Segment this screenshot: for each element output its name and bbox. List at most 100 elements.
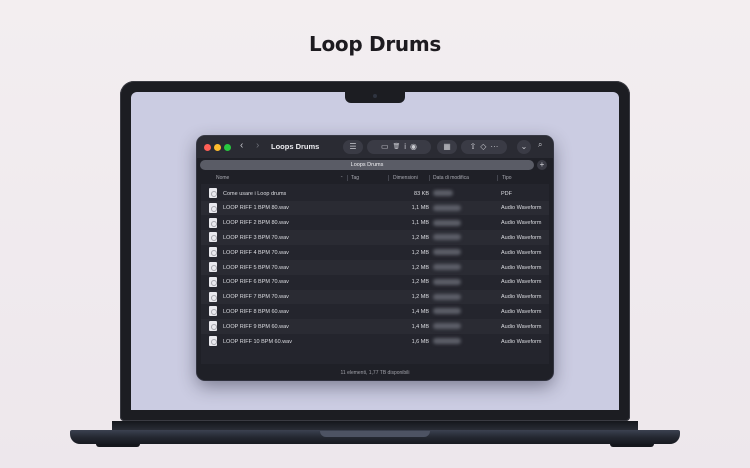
close-button[interactable] (204, 144, 211, 151)
group-button[interactable]: ▦ (437, 140, 457, 154)
file-name: LOOP RIFF 8 BPM 60.wav (223, 308, 289, 315)
column-date[interactable]: Data di modifica (433, 175, 469, 181)
minimize-button[interactable] (214, 144, 221, 151)
pdf-file-icon (209, 188, 217, 198)
file-name: LOOP RIFF 3 BPM 70.wav (223, 234, 289, 241)
window-title: Loops Drums (271, 142, 320, 151)
column-kind[interactable]: Tipo (502, 175, 512, 181)
file-size: 1,4 MB (411, 308, 429, 315)
column-divider (497, 175, 498, 181)
audio-file-icon (209, 262, 217, 272)
file-date-blurred (433, 323, 461, 330)
column-size[interactable]: Dimensioni (393, 175, 418, 181)
file-size: 1,2 MB (411, 264, 429, 271)
file-date-blurred (433, 308, 461, 315)
status-bar: 11 elementi, 1,77 TB disponibili (197, 367, 553, 380)
column-header: Nome ⌃ Tag Dimensioni Data di modifica T… (197, 173, 553, 183)
share-tag-group: ⇧ ◇ ··· (461, 140, 507, 154)
file-date-blurred (433, 204, 461, 211)
file-date-blurred (433, 234, 461, 241)
file-kind: Audio Waveform (501, 279, 542, 286)
audio-file-icon (209, 321, 217, 332)
audio-file-icon (209, 217, 217, 228)
list-view-icon: ☰ (349, 142, 357, 151)
more-icon[interactable]: ··· (490, 140, 498, 154)
forward-button[interactable]: › (256, 140, 259, 151)
preview-icon[interactable]: ◉ (410, 140, 417, 154)
file-size: 1,2 MB (411, 234, 429, 241)
file-size: 1,2 MB (411, 294, 429, 301)
file-kind: Audio Waveform (501, 205, 542, 212)
action-group: ▭ 🗑 i ◉ (367, 140, 431, 154)
column-divider (429, 175, 430, 181)
chevron-down-icon: ⌄ (520, 142, 528, 151)
file-name: LOOP RIFF 4 BPM 70.wav (223, 249, 289, 256)
table-row[interactable]: LOOP RIFF 5 BPM 70.wav 1,2 MB Audio Wavefo… (201, 260, 549, 275)
column-divider (388, 175, 389, 181)
trash-icon[interactable]: 🗑 (393, 140, 401, 154)
audio-file-icon (209, 336, 217, 346)
page-title: Loop Drums (309, 32, 441, 56)
file-name: Come usare i Loop drums (223, 190, 287, 197)
table-row[interactable]: LOOP RIFF 2 BPM 80.wav 1,1 MB Audio Wavefo… (201, 216, 549, 231)
back-button[interactable]: ‹ (240, 140, 243, 151)
file-kind: Audio Waveform (501, 308, 542, 315)
info-icon[interactable]: i (404, 140, 406, 154)
file-size: 83 KB (414, 190, 429, 197)
table-row[interactable]: LOOP RIFF 10 BPM 60.wav 1,6 MB Audio Wavef… (201, 334, 549, 349)
file-size: 1,1 MB (411, 220, 429, 227)
file-size: 1,4 MB (411, 323, 429, 330)
sort-chevron-icon: ⌃ (340, 175, 344, 180)
file-kind: Audio Waveform (501, 338, 542, 345)
file-name: LOOP RIFF 5 BPM 70.wav (223, 264, 289, 271)
file-size: 1,6 MB (411, 338, 429, 345)
tag-icon[interactable]: ◇ (480, 140, 486, 154)
window-titlebar: ‹ › Loops Drums ☰ ▭ 🗑 i ◉ ▦ ⇧ ◇ ··· ⌄ ⌕ (197, 136, 553, 158)
file-kind: Audio Waveform (501, 234, 542, 241)
table-row[interactable]: LOOP RIFF 9 BPM 60.wav 1,4 MB Audio Wavefo… (201, 319, 549, 334)
file-name: LOOP RIFF 1 BPM 80.wav (223, 205, 289, 212)
column-divider (347, 175, 348, 181)
file-date-blurred (433, 249, 461, 256)
file-size: 1,1 MB (411, 205, 429, 212)
grid-icon: ▦ (443, 142, 451, 151)
laptop-hinge (320, 431, 430, 437)
table-row[interactable]: Come usare i Loop drums 83 KB PDF (201, 186, 549, 201)
table-row[interactable]: LOOP RIFF 7 BPM 70.wav 1,2 MB Audio Wavefo… (201, 289, 549, 305)
column-tag[interactable]: Tag (351, 175, 359, 181)
file-kind: PDF (501, 190, 512, 197)
file-date-blurred (433, 338, 461, 344)
zoom-button[interactable] (224, 144, 231, 151)
add-tab-button[interactable]: + (537, 160, 547, 170)
tab-loops-drums[interactable]: Loops Drums (200, 160, 534, 170)
table-row[interactable]: LOOP RIFF 3 BPM 70.wav 1,2 MB Audio Wavefo… (201, 230, 549, 246)
file-kind: Audio Waveform (501, 264, 542, 271)
table-row[interactable]: LOOP RIFF 4 BPM 70.wav 1,2 MB Audio Wavefo… (201, 245, 549, 260)
file-name: LOOP RIFF 6 BPM 70.wav (223, 279, 289, 286)
file-date-blurred (433, 278, 461, 285)
share-icon[interactable]: ⇧ (470, 140, 477, 154)
file-name: LOOP RIFF 9 BPM 60.wav (223, 323, 289, 330)
file-name: LOOP RIFF 7 BPM 70.wav (223, 294, 289, 301)
column-name[interactable]: Nome (216, 175, 229, 181)
file-kind: Audio Waveform (501, 220, 542, 227)
table-row[interactable]: LOOP RIFF 8 BPM 60.wav 1,4 MB Audio Wavefo… (201, 304, 549, 319)
view-options-button[interactable]: ☰ (343, 140, 363, 154)
audio-file-icon (209, 202, 217, 213)
new-folder-icon[interactable]: ▭ (381, 140, 389, 154)
file-date-blurred (433, 264, 461, 270)
file-date-blurred (433, 190, 453, 196)
table-row[interactable]: LOOP RIFF 6 BPM 70.wav 1,2 MB Audio Wavefo… (201, 275, 549, 290)
laptop-foot (610, 444, 654, 447)
file-kind: Audio Waveform (501, 249, 542, 256)
chevron-down-button[interactable]: ⌄ (517, 140, 531, 154)
audio-file-icon (209, 247, 217, 258)
file-kind: Audio Waveform (501, 323, 542, 330)
file-name: LOOP RIFF 2 BPM 80.wav (223, 220, 289, 227)
table-row[interactable]: LOOP RIFF 1 BPM 80.wav 1,1 MB Audio Wavefo… (201, 200, 549, 216)
search-icon[interactable]: ⌕ (538, 140, 542, 150)
file-kind: Audio Waveform (501, 294, 542, 301)
camera-icon (373, 94, 377, 98)
file-name: LOOP RIFF 10 BPM 60.wav (223, 338, 292, 345)
audio-file-icon (209, 291, 217, 302)
